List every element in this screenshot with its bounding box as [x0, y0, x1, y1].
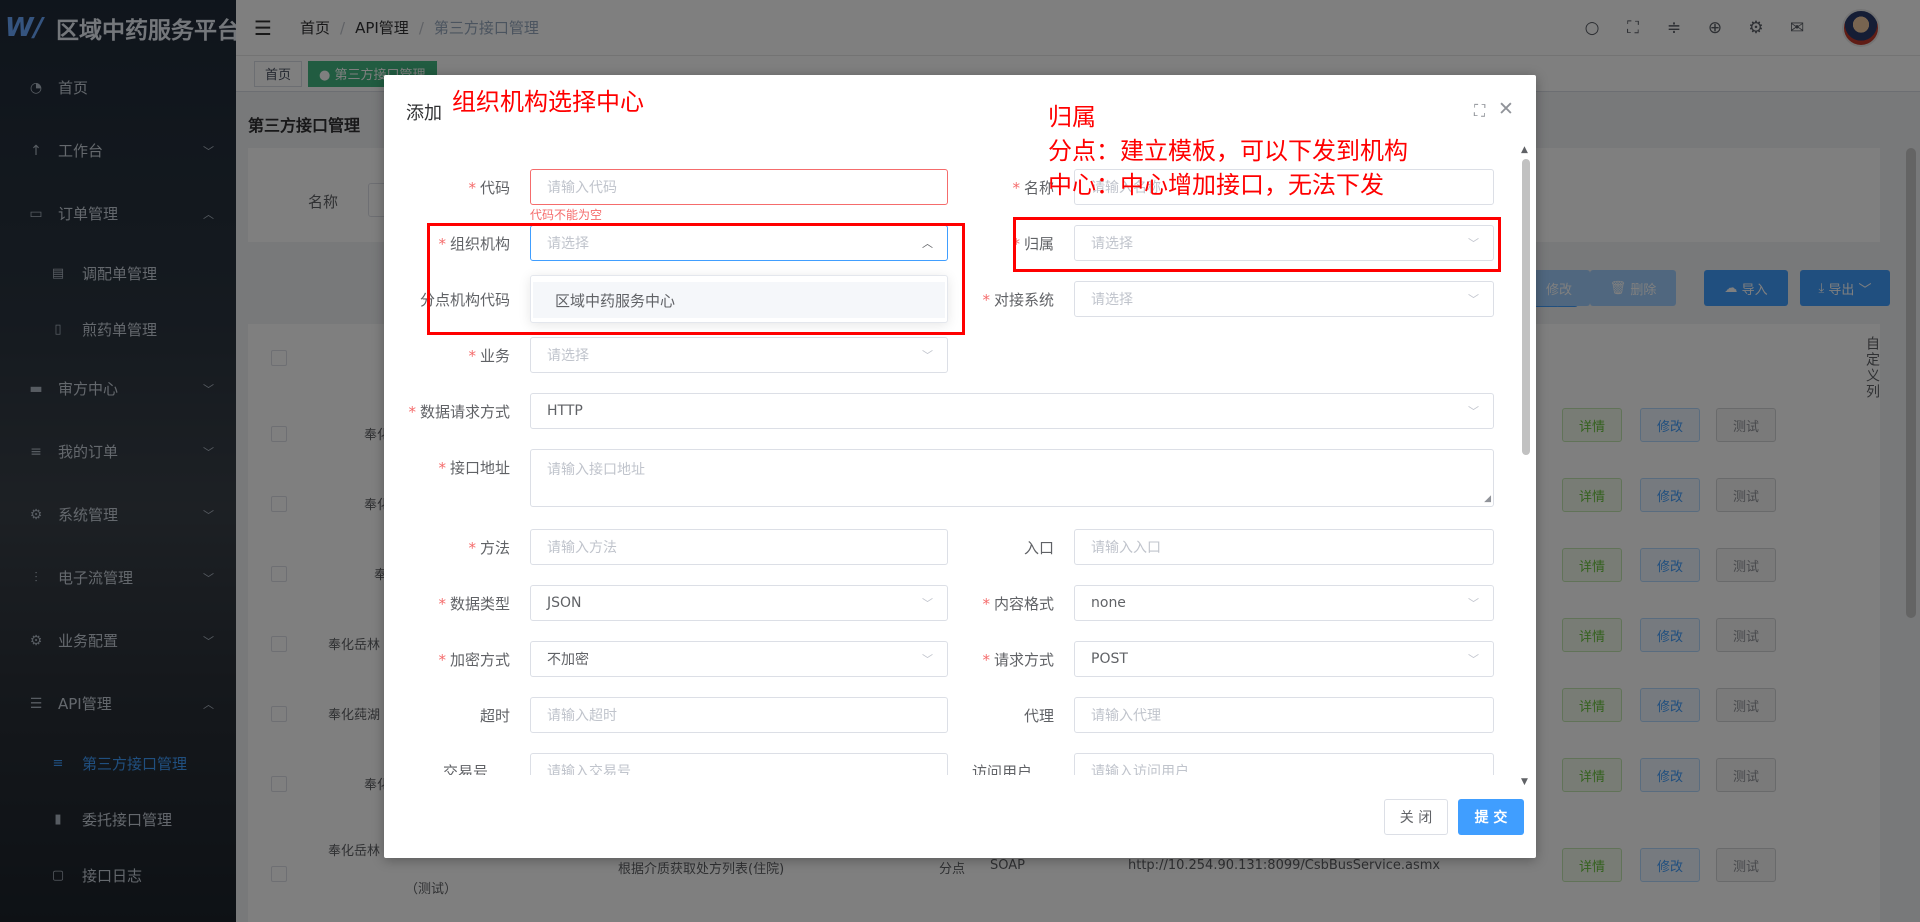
visit-user-input[interactable]: 请输入访问用户 [1074, 753, 1494, 775]
chevron-down-icon: ﹀ [922, 597, 933, 610]
trade-no-input[interactable]: 请输入交易号 [530, 753, 948, 775]
req-method-select[interactable]: POST ﹀ [1074, 641, 1494, 677]
code-input[interactable]: 请输入代码 [530, 169, 948, 205]
dialog-scrollbar[interactable]: ▲ ▼ [1520, 145, 1532, 787]
scroll-down-icon[interactable]: ▼ [1521, 777, 1528, 787]
address-textarea[interactable]: 请输入接口地址 ◢ [530, 449, 1494, 507]
system-select[interactable]: 请选择 ﹀ [1074, 281, 1494, 317]
chevron-down-icon: ﹀ [1468, 597, 1479, 610]
maximize-icon[interactable]: ⛶ [1474, 101, 1485, 121]
chevron-down-icon: ﹀ [1468, 653, 1479, 666]
trade-no-label: 交易号 [442, 763, 488, 775]
encrypt-label: * 加密方式 [438, 651, 510, 669]
chevron-down-icon: ﹀ [1468, 293, 1479, 306]
timeout-label: 超时 [479, 707, 510, 725]
code-error: 代码不能为空 [530, 208, 603, 222]
close-icon[interactable]: ✕ [1498, 98, 1514, 120]
dialog-scroll-thumb[interactable] [1522, 159, 1530, 455]
chevron-down-icon: ﹀ [1468, 405, 1479, 418]
visit-user-label: 访问用户 [971, 763, 1032, 775]
form-clip-area: 交易号 请输入交易号 访问用户 请输入访问用户 [384, 745, 1514, 775]
annotation-org-note: 组织机构选择中心 [452, 88, 644, 116]
system-label: * 对接系统 [982, 291, 1054, 309]
chevron-down-icon: ﹀ [922, 653, 933, 666]
dialog-title: 添加 [406, 103, 442, 124]
method-input[interactable]: 请输入方法 [530, 529, 948, 565]
request-mode-label: * 数据请求方式 [408, 403, 510, 421]
entry-label: 入口 [1023, 539, 1054, 557]
data-type-label: * 数据类型 [438, 595, 510, 613]
scroll-up-icon[interactable]: ▲ [1521, 145, 1528, 155]
annotation-box-org [427, 223, 965, 335]
code-label: * 代码 [468, 179, 510, 197]
annotation-belong-center: 中心：中心增加接口，无法下发 [1048, 171, 1384, 199]
timeout-input[interactable]: 请输入超时 [530, 697, 948, 733]
close-button[interactable]: 关 闭 [1384, 799, 1448, 835]
chevron-down-icon: ﹀ [922, 349, 933, 362]
annotation-belong-branch: 分点：建立模板，可以下发到机构 [1048, 137, 1408, 165]
annotation-belong-title: 归属 [1048, 103, 1096, 131]
req-method-label: * 请求方式 [982, 651, 1054, 669]
submit-button[interactable]: 提 交 [1458, 799, 1524, 835]
proxy-label: 代理 [1023, 707, 1054, 725]
business-select[interactable]: 请选择 ﹀ [530, 337, 948, 373]
address-label: * 接口地址 [438, 459, 510, 477]
annotation-box-belong [1013, 217, 1501, 272]
data-type-select[interactable]: JSON ﹀ [530, 585, 948, 621]
proxy-input[interactable]: 请输入代理 [1074, 697, 1494, 733]
request-mode-select[interactable]: HTTP ﹀ [530, 393, 1494, 429]
encrypt-select[interactable]: 不加密 ﹀ [530, 641, 948, 677]
entry-input[interactable]: 请输入入口 [1074, 529, 1494, 565]
method-label: * 方法 [468, 539, 510, 557]
resize-handle-icon[interactable]: ◢ [1484, 494, 1491, 504]
content-format-select[interactable]: none ﹀ [1074, 585, 1494, 621]
content-format-label: * 内容格式 [982, 595, 1054, 613]
business-label: * 业务 [468, 347, 510, 365]
